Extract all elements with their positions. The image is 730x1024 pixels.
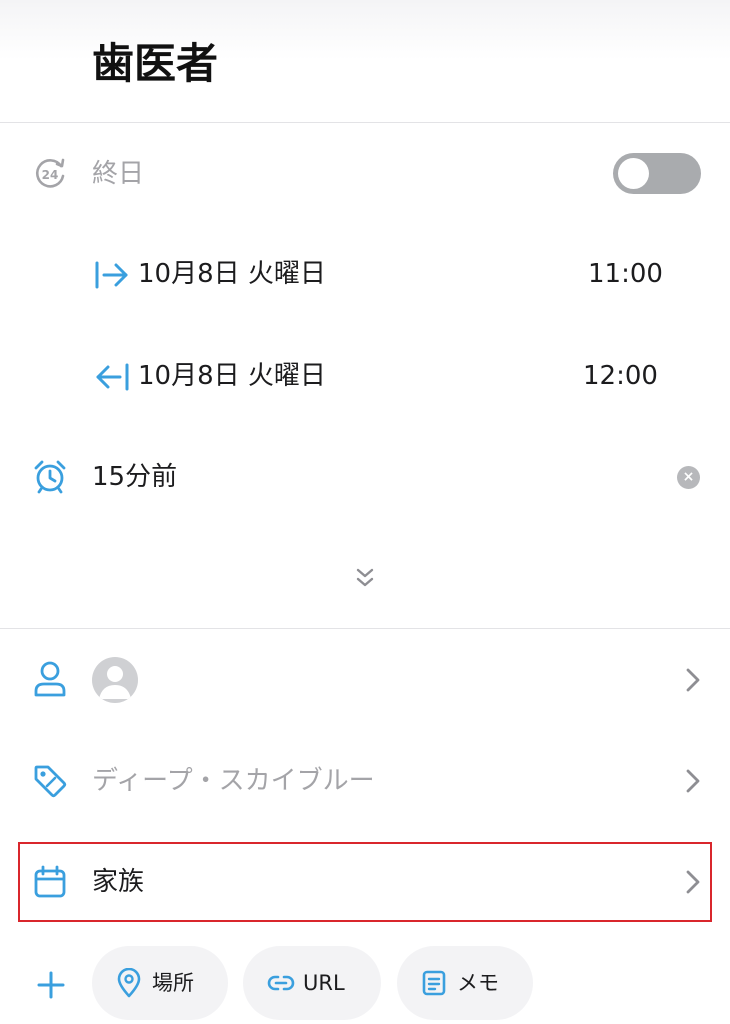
location-label: 場所: [152, 971, 194, 995]
end-row[interactable]: 10月8日 火曜日 12:00: [0, 342, 730, 410]
avatar[interactable]: [92, 657, 138, 703]
location-pin-icon: [117, 968, 141, 998]
start-row[interactable]: 10月8日 火曜日 11:00: [0, 240, 730, 308]
person-icon: [34, 661, 66, 697]
header: 歯医者: [0, 0, 730, 122]
color-label: ディープ・スカイブルー: [92, 766, 375, 796]
default-avatar-icon: [99, 666, 131, 699]
expand-more-icon[interactable]: [354, 566, 376, 590]
location-button[interactable]: 場所: [92, 946, 228, 1020]
link-icon: [267, 975, 295, 991]
color-row[interactable]: ディープ・スカイブルー: [0, 747, 730, 815]
alarm-row[interactable]: 15分前: [0, 443, 730, 511]
clear-alarm-button[interactable]: ×: [677, 466, 700, 489]
end-date[interactable]: 10月8日 火曜日: [138, 359, 326, 393]
tag-icon: [34, 765, 67, 798]
page-title: 歯医者: [92, 39, 219, 88]
url-button[interactable]: URL: [243, 946, 381, 1020]
all-day-label: 終日: [92, 159, 145, 189]
chevron-right-icon: [686, 668, 700, 692]
memo-label: メモ: [457, 971, 499, 995]
url-label: URL: [303, 971, 345, 995]
add-icon[interactable]: [36, 970, 66, 1000]
memo-icon: [422, 970, 446, 996]
highlight-box: [18, 842, 712, 922]
alarm-clock-icon: [34, 460, 66, 494]
start-arrow-icon: [95, 261, 128, 289]
24-hours-icon: 24: [35, 158, 65, 188]
all-day-toggle[interactable]: [613, 153, 701, 194]
end-arrow-icon: [96, 363, 129, 391]
svg-text:24: 24: [42, 168, 59, 182]
start-date[interactable]: 10月8日 火曜日: [138, 257, 326, 291]
chevron-right-icon: [686, 769, 700, 793]
header-divider: [0, 122, 730, 123]
start-time[interactable]: 11:00: [588, 257, 663, 291]
section-divider: [0, 628, 730, 629]
toggle-knob: [618, 158, 649, 189]
memo-button[interactable]: メモ: [397, 946, 533, 1020]
end-time[interactable]: 12:00: [583, 359, 658, 393]
alarm-label: 15分前: [92, 462, 178, 492]
